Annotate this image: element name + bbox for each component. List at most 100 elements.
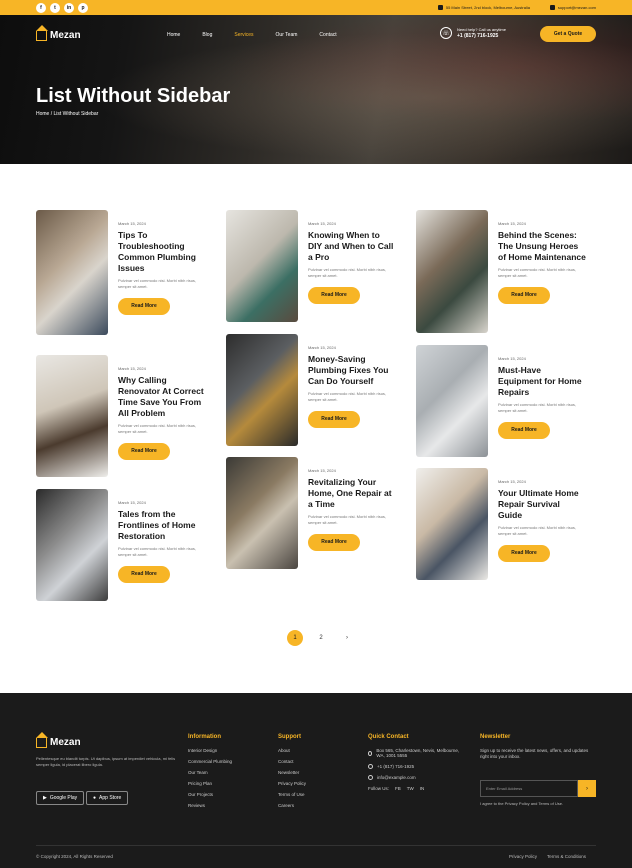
site-logo[interactable]: Mezan: [36, 24, 81, 41]
page-2[interactable]: 2: [313, 630, 329, 646]
read-more-button[interactable]: Read More: [498, 287, 550, 304]
post-title[interactable]: Tips To Troubleshooting Common Plumbing …: [118, 230, 206, 274]
linkedin-icon[interactable]: IN: [420, 786, 425, 791]
footer-divider: [36, 845, 596, 846]
footer-link[interactable]: Terms of Use: [278, 792, 306, 797]
post-date: March 15, 2024: [118, 366, 146, 371]
read-more-button[interactable]: Read More: [498, 545, 550, 562]
blog-thumbnail[interactable]: [416, 210, 488, 333]
post-date: March 15, 2024: [498, 479, 526, 484]
nav-contact[interactable]: Contact: [319, 32, 336, 38]
footer-information: Information Interior Design Commercial P…: [188, 734, 233, 808]
next-page-icon[interactable]: ›: [339, 630, 355, 646]
hero-banner: Mezan Home Blog Services Our Team Contac…: [0, 15, 632, 164]
post-title[interactable]: Must-Have Equipment for Home Repairs: [498, 365, 586, 398]
post-excerpt: Pulvinar vel commodo nisi. Morbi nibh ri…: [498, 525, 577, 536]
read-more-button[interactable]: Read More: [118, 298, 170, 315]
read-more-button[interactable]: Read More: [118, 443, 170, 460]
top-social-links: f t in p: [36, 2, 88, 13]
google-play-button[interactable]: ▶ Google Play: [36, 791, 85, 805]
post-excerpt: Pulvinar vel commodo nisi. Morbi nibh ri…: [308, 514, 387, 525]
page: f t in p 55 Main Street, 2nd block, Melb…: [0, 0, 632, 868]
breadcrumb-home[interactable]: Home: [36, 111, 49, 117]
blog-card: March 15, 2024 Tips To Troubleshooting C…: [36, 210, 206, 335]
twitter-icon[interactable]: t: [50, 2, 60, 13]
post-title[interactable]: Money-Saving Plumbing Fixes You Can Do Y…: [308, 354, 396, 387]
footer-logo[interactable]: Mezan: [36, 731, 81, 748]
top-email[interactable]: support@mezan.com: [549, 5, 596, 10]
breadcrumb: Home / List Without Sidebar: [36, 111, 99, 117]
footer-link[interactable]: Our Team: [188, 770, 232, 775]
blog-thumbnail[interactable]: [36, 489, 108, 601]
newsletter-submit-button[interactable]: ›: [578, 780, 596, 797]
post-date: March 15, 2024: [308, 345, 336, 350]
post-date: March 15, 2024: [118, 221, 146, 226]
nav-home[interactable]: Home: [167, 32, 180, 38]
footer-link[interactable]: Commercial Plumbing: [188, 759, 232, 764]
read-more-button[interactable]: Read More: [118, 566, 170, 583]
nav-our-team[interactable]: Our Team: [276, 32, 298, 38]
blog-card: March 15, 2024 Money-Saving Plumbing Fix…: [226, 334, 396, 446]
post-excerpt: Pulvinar vel commodo nisi. Morbi nibh ri…: [118, 546, 197, 557]
footer-link[interactable]: About: [278, 748, 306, 753]
location-icon: [368, 750, 373, 756]
call-box[interactable]: ☏ Need help? Call us anytime +1 (817) 71…: [440, 27, 506, 39]
footer-link[interactable]: Pricing Plan: [188, 781, 232, 786]
blog-thumbnail[interactable]: [226, 457, 298, 569]
footer-link[interactable]: Our Projects: [188, 792, 232, 797]
house-logo-icon: [36, 731, 48, 748]
footer-link[interactable]: Contact: [278, 759, 306, 764]
top-bar: f t in p 55 Main Street, 2nd block, Melb…: [0, 0, 632, 15]
read-more-button[interactable]: Read More: [308, 534, 360, 551]
blog-thumbnail[interactable]: [226, 334, 298, 446]
pagination: 1 2 ›: [287, 630, 355, 646]
footer-link[interactable]: Interior Design: [188, 748, 232, 753]
nav-services[interactable]: Services: [234, 32, 253, 38]
page-1[interactable]: 1: [287, 630, 303, 646]
blog-thumbnail[interactable]: [36, 210, 108, 335]
post-title[interactable]: Why Calling Renovator At Correct Time Sa…: [118, 375, 206, 419]
post-title[interactable]: Your Ultimate Home Repair Survival Guide: [498, 488, 586, 521]
post-excerpt: Pulvinar vel commodo nisi. Morbi nibh ri…: [308, 391, 387, 402]
facebook-icon[interactable]: FB: [395, 786, 401, 791]
location-icon: [437, 5, 443, 10]
blog-thumbnail[interactable]: [416, 468, 488, 580]
privacy-policy-link[interactable]: Privacy Policy: [509, 854, 537, 859]
contact-phone[interactable]: +1 (817) 716-1925: [368, 764, 468, 769]
newsletter-email-input[interactable]: Enter Email Address: [480, 780, 578, 797]
blog-thumbnail[interactable]: [36, 355, 108, 477]
blog-thumbnail[interactable]: [226, 210, 298, 322]
contact-email[interactable]: info@example.com: [368, 775, 468, 780]
footer-link[interactable]: Privacy Policy: [278, 781, 306, 786]
page-title: List Without Sidebar: [36, 85, 231, 107]
get-quote-button[interactable]: Get a Quote: [540, 26, 596, 42]
read-more-button[interactable]: Read More: [498, 422, 550, 439]
footer-description: Pellentesque eu blandit turpis. Ut dapib…: [36, 756, 176, 767]
post-date: March 15, 2024: [498, 356, 526, 361]
post-date: March 15, 2024: [118, 500, 146, 505]
blog-thumbnail[interactable]: [416, 345, 488, 457]
footer-link[interactable]: Careers: [278, 803, 306, 808]
post-title[interactable]: Revitalizing Your Home, One Repair at a …: [308, 477, 396, 510]
footer-link[interactable]: Newsletter: [278, 770, 306, 775]
post-date: March 15, 2024: [308, 468, 336, 473]
nav-blog[interactable]: Blog: [202, 32, 212, 38]
copyright: © Copyright 2024, All Rights Reserved: [36, 854, 113, 859]
read-more-button[interactable]: Read More: [308, 411, 360, 428]
facebook-icon[interactable]: f: [36, 2, 46, 13]
twitter-icon[interactable]: TW: [407, 786, 414, 791]
linkedin-icon[interactable]: in: [64, 2, 74, 13]
apple-icon: ●: [93, 795, 97, 801]
privacy-agree-checkbox[interactable]: I agree to the Privacy Policy and Terms …: [480, 801, 563, 806]
blog-card: March 15, 2024 Tales from the Frontlines…: [36, 489, 206, 601]
terms-link[interactable]: Terms & Conditions: [547, 854, 586, 859]
post-title[interactable]: Behind the Scenes: The Unsung Heroes of …: [498, 230, 586, 263]
post-title[interactable]: Knowing When to DIY and When to Call a P…: [308, 230, 396, 263]
post-excerpt: Pulvinar vel commodo nisi. Morbi nibh ri…: [118, 423, 197, 434]
app-store-button[interactable]: ● App Store: [86, 791, 129, 805]
mail-icon: [549, 5, 555, 10]
pinterest-icon[interactable]: p: [78, 2, 88, 13]
read-more-button[interactable]: Read More: [308, 287, 360, 304]
footer-link[interactable]: Reviews: [188, 803, 232, 808]
post-title[interactable]: Tales from the Frontlines of Home Restor…: [118, 509, 206, 542]
